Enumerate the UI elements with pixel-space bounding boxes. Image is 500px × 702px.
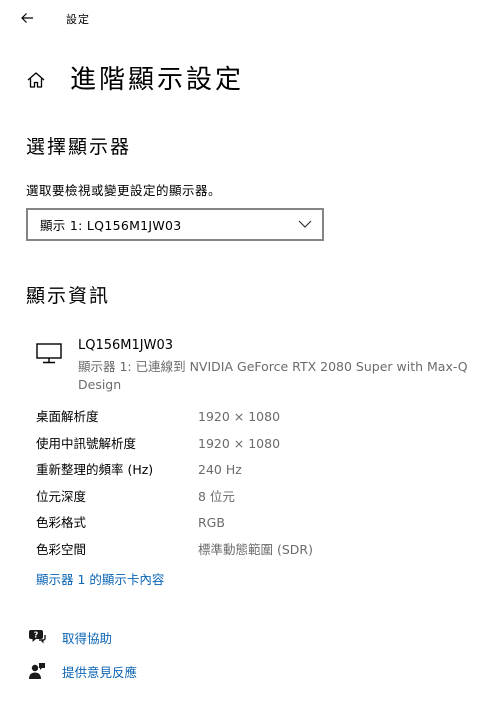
get-help-label: 取得協助 — [62, 630, 113, 646]
monitor-description: 顯示器 1: 已連線到 NVIDIA GeForce RTX 2080 Supe… — [78, 359, 468, 392]
get-help-link[interactable]: ? 取得協助 — [28, 626, 112, 648]
info-row-color-space: 色彩空間 標準動態範圍 (SDR) — [36, 541, 476, 568]
settings-window: 設定 進階顯示設定 選擇顯示器 選取要檢視或變更設定的顯示器。 顯示 1: LQ… — [0, 0, 500, 702]
back-button[interactable] — [14, 6, 40, 32]
info-key: 色彩空間 — [36, 541, 87, 557]
give-feedback-label: 提供意見反應 — [62, 664, 138, 680]
display-dropdown[interactable]: 顯示 1: LQ156M1JW03 — [26, 208, 324, 241]
info-row-desktop-resolution: 桌面解析度 1920 × 1080 — [36, 408, 476, 435]
info-key: 使用中訊號解析度 — [36, 435, 137, 451]
window-title: 設定 — [66, 13, 90, 26]
info-row-bit-depth: 位元深度 8 位元 — [36, 488, 476, 515]
monitor-icon — [36, 342, 62, 364]
select-display-heading: 選擇顯示器 — [26, 136, 132, 158]
feedback-person-icon — [28, 662, 46, 680]
info-row-refresh-rate: 重新整理的頻率 (Hz) 240 Hz — [36, 461, 476, 488]
info-key: 色彩格式 — [36, 515, 87, 530]
back-arrow-icon — [20, 10, 34, 29]
info-row-active-signal-resolution: 使用中訊號解析度 1920 × 1080 — [36, 435, 476, 462]
home-icon[interactable] — [26, 70, 46, 90]
title-bar: 設定 — [0, 0, 500, 38]
svg-text:?: ? — [34, 631, 39, 640]
help-chat-icon: ? — [28, 628, 46, 646]
info-value: 1920 × 1080 — [198, 435, 281, 451]
display-info-heading: 顯示資訊 — [26, 285, 111, 307]
select-display-label: 選取要檢視或變更設定的顯示器。 — [26, 183, 222, 198]
display-info-table: 桌面解析度 1920 × 1080 使用中訊號解析度 1920 × 1080 重… — [36, 408, 476, 567]
give-feedback-link[interactable]: 提供意見反應 — [28, 660, 137, 682]
info-value: 標準動態範圍 (SDR) — [198, 541, 313, 557]
info-value: 1920 × 1080 — [198, 409, 281, 424]
display-dropdown-value: 顯示 1: LQ156M1JW03 — [40, 218, 182, 233]
display-adapter-properties-link[interactable]: 顯示器 1 的顯示卡內容 — [36, 569, 164, 588]
info-value: 8 位元 — [198, 488, 235, 504]
info-key: 位元深度 — [36, 488, 87, 504]
info-key: 桌面解析度 — [36, 409, 99, 424]
monitor-name: LQ156M1JW03 — [78, 338, 174, 353]
info-value: 240 Hz — [198, 462, 242, 477]
info-row-color-format: 色彩格式 RGB — [36, 514, 476, 541]
info-key: 重新整理的頻率 (Hz) — [36, 462, 154, 477]
info-value: RGB — [198, 515, 225, 530]
chevron-down-icon — [298, 219, 312, 229]
page-header: 進階顯示設定 — [26, 58, 244, 102]
page-title: 進階顯示設定 — [70, 65, 245, 95]
